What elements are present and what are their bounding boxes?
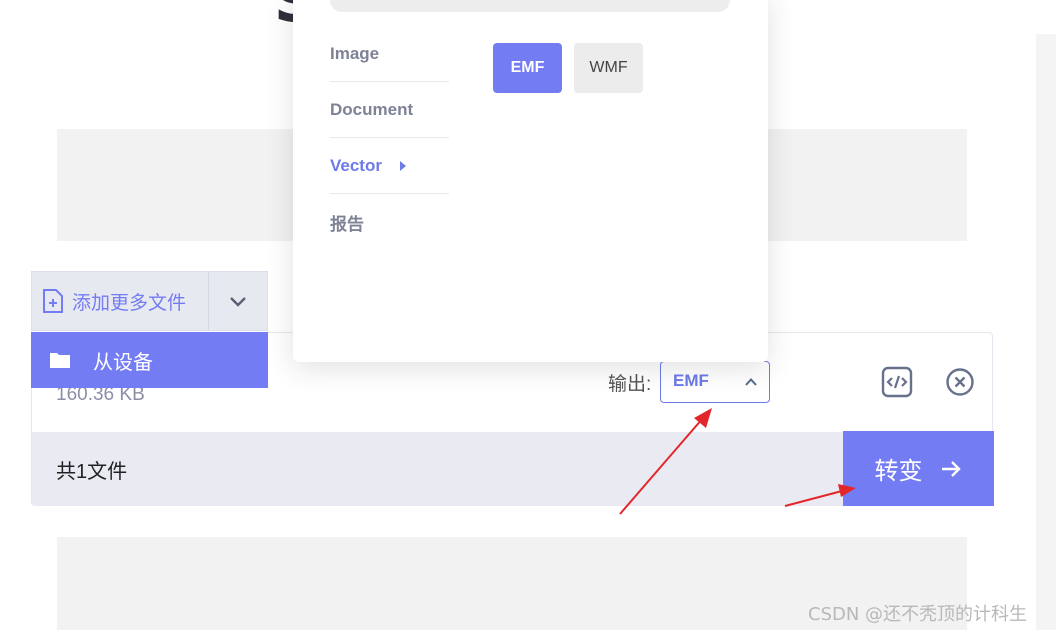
annotation-arrow-to-select [619,408,712,515]
watermark: CSDN @还不秃顶的计科生 [808,604,1028,625]
annotation-arrows [619,408,856,515]
annotation-arrow-to-convert [784,484,856,507]
